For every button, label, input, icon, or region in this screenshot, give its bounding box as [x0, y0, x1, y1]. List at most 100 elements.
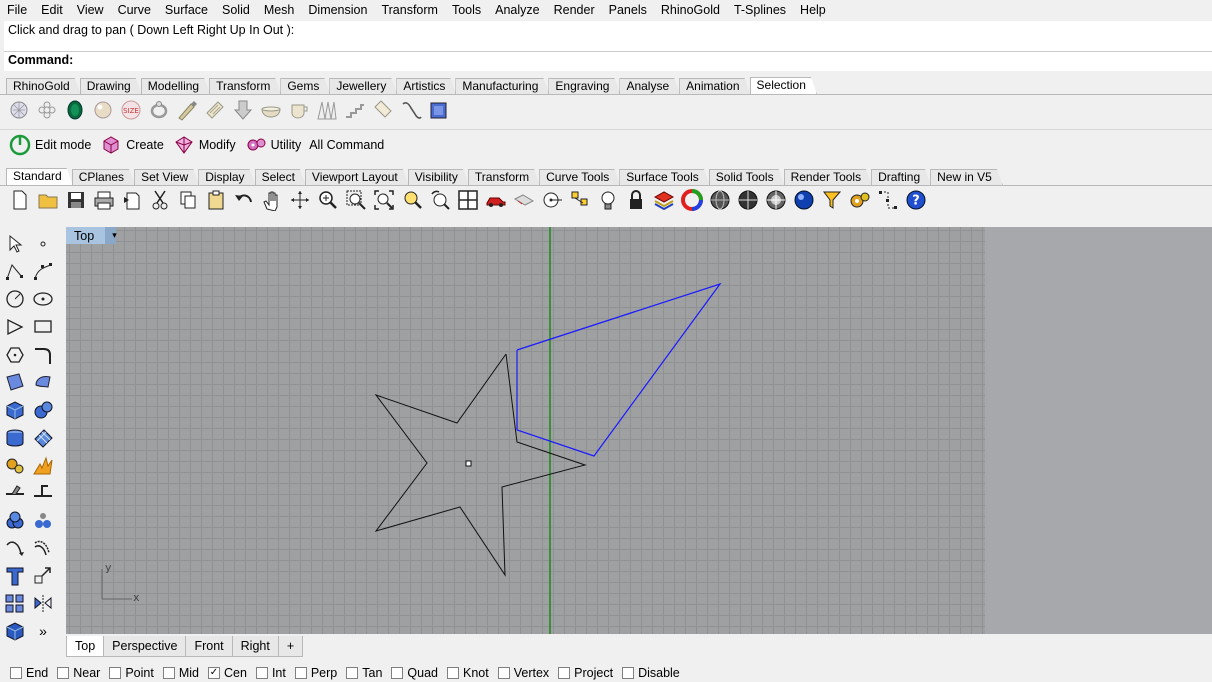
osnap-mid-checkbox[interactable]: [162, 667, 175, 679]
shaded-sphere-icon[interactable]: [736, 188, 760, 212]
offset-curve-icon[interactable]: [32, 536, 54, 560]
arrow-down-icon[interactable]: [232, 98, 254, 122]
rhinogold-tab-gems[interactable]: Gems: [280, 78, 330, 94]
viewport-tab-front[interactable]: Front: [185, 636, 233, 657]
import-icon[interactable]: [120, 188, 144, 212]
zoom-extents-icon[interactable]: [372, 188, 396, 212]
size-badge-icon[interactable]: SIZE: [120, 98, 142, 122]
point-icon[interactable]: [32, 232, 54, 256]
mirror-icon[interactable]: [32, 592, 54, 616]
arc-icon[interactable]: [4, 315, 26, 339]
standard-tab-viewport-layout[interactable]: Viewport Layout: [305, 169, 409, 185]
lock-icon[interactable]: [624, 188, 648, 212]
menu-edit[interactable]: Edit: [34, 0, 70, 20]
osnap-point-checkbox[interactable]: [109, 667, 122, 679]
menu-dimension[interactable]: Dimension: [301, 0, 374, 20]
fillet-curve-icon[interactable]: [32, 343, 54, 367]
modify-button[interactable]: Modify: [172, 133, 236, 157]
new-file-icon[interactable]: [8, 188, 32, 212]
open-folder-icon[interactable]: [36, 188, 60, 212]
star-center-point[interactable]: [465, 460, 472, 467]
osnap-quad[interactable]: Quad: [391, 666, 438, 680]
boolean-union-icon[interactable]: [4, 509, 26, 533]
osnap-cen[interactable]: ✓ Cen: [208, 666, 247, 680]
save-icon[interactable]: [64, 188, 88, 212]
gear-tools-icon[interactable]: [4, 453, 26, 477]
viewport-tab-top[interactable]: Top: [66, 636, 105, 657]
blue-sphere-icon[interactable]: [792, 188, 816, 212]
utility-button[interactable]: Utility: [244, 133, 301, 157]
surface-points-icon[interactable]: [4, 370, 26, 394]
command-line[interactable]: Command:: [4, 51, 1212, 71]
ring-icon[interactable]: [148, 98, 170, 122]
rhinogold-tab-drawing[interactable]: Drawing: [80, 78, 142, 94]
menu-panels[interactable]: Panels: [602, 0, 654, 20]
cut-icon[interactable]: [148, 188, 172, 212]
explode-icon[interactable]: [32, 453, 54, 477]
osnap-cen-checkbox[interactable]: ✓: [208, 667, 220, 679]
osnap-knot[interactable]: Knot: [447, 666, 489, 680]
osnap-end[interactable]: End: [10, 666, 48, 680]
osnap-disable-checkbox[interactable]: [622, 667, 635, 679]
standard-tab-cplanes[interactable]: CPlanes: [72, 169, 135, 185]
polygon-icon[interactable]: [4, 343, 26, 367]
settings-gear-icon[interactable]: [848, 188, 872, 212]
standard-tab-curve-tools[interactable]: Curve Tools: [539, 169, 620, 185]
emerald-icon[interactable]: [64, 98, 86, 122]
standard-tab-new-in-v5[interactable]: New in V5: [930, 169, 1003, 185]
text-object-icon[interactable]: [4, 564, 26, 588]
standard-tab-solid-tools[interactable]: Solid Tools: [709, 169, 785, 185]
ellipse-icon[interactable]: [32, 287, 54, 311]
rhinogold-tab-artistics[interactable]: Artistics: [396, 78, 456, 94]
chain-link-icon[interactable]: [400, 98, 422, 122]
rhinogold-tab-analyse[interactable]: Analyse: [619, 78, 680, 94]
osnap-disable[interactable]: Disable: [622, 666, 680, 680]
osnap-vertex-checkbox[interactable]: [497, 667, 510, 679]
menu-t-splines[interactable]: T-Splines: [727, 0, 793, 20]
osnap-vertex[interactable]: Vertex: [497, 666, 549, 680]
standard-tab-transform[interactable]: Transform: [468, 169, 540, 185]
split-icon[interactable]: [4, 481, 26, 505]
top-viewport[interactable]: Top ▾ x y: [66, 227, 985, 634]
add-viewport-tab[interactable]: +: [277, 636, 304, 657]
select-arrow-icon[interactable]: [4, 232, 26, 256]
menu-tools[interactable]: Tools: [445, 0, 488, 20]
circle-icon[interactable]: [4, 287, 26, 311]
create-button[interactable]: Create: [99, 133, 164, 157]
undo-view-icon[interactable]: [428, 188, 452, 212]
standard-tab-surface-tools[interactable]: Surface Tools: [619, 169, 710, 185]
zoom-selected-icon[interactable]: [400, 188, 424, 212]
render-box-icon[interactable]: [4, 619, 26, 643]
four-viewports-icon[interactable]: [456, 188, 480, 212]
bowl-icon[interactable]: [260, 98, 282, 122]
zoom-window-icon[interactable]: [344, 188, 368, 212]
menu-surface[interactable]: Surface: [158, 0, 215, 20]
group-icon[interactable]: [32, 509, 54, 533]
select-filter-icon[interactable]: [820, 188, 844, 212]
rhinogold-tab-manufacturing[interactable]: Manufacturing: [455, 78, 549, 94]
help-icon[interactable]: ?: [904, 188, 928, 212]
car-render-icon[interactable]: [484, 188, 508, 212]
selected-quad-curve[interactable]: [516, 282, 722, 457]
menu-analyze[interactable]: Analyze: [488, 0, 546, 20]
osnap-quad-checkbox[interactable]: [391, 667, 404, 679]
drafting-cart-icon[interactable]: [512, 188, 536, 212]
zoom-icon[interactable]: [316, 188, 340, 212]
rhinogold-tab-engraving[interactable]: Engraving: [548, 78, 620, 94]
osnap-tan[interactable]: Tan: [346, 666, 382, 680]
polyline-icon[interactable]: [4, 260, 26, 284]
menu-transform[interactable]: Transform: [374, 0, 445, 20]
more-tools-icon[interactable]: »: [32, 619, 54, 643]
pan-hand-icon[interactable]: [260, 188, 284, 212]
menu-file[interactable]: File: [0, 0, 34, 20]
rhinogold-tab-selection[interactable]: Selection: [750, 77, 817, 94]
menu-help[interactable]: Help: [793, 0, 833, 20]
paper-bundle-icon[interactable]: [204, 98, 226, 122]
gem-round-icon[interactable]: [8, 98, 30, 122]
control-point-curve-icon[interactable]: [32, 260, 54, 284]
osnap-perp-checkbox[interactable]: [294, 667, 307, 679]
osnap-point[interactable]: Point: [109, 666, 154, 680]
surface-edge-icon[interactable]: [32, 370, 54, 394]
rendered-sphere-icon[interactable]: [764, 188, 788, 212]
light-bulb-icon[interactable]: [596, 188, 620, 212]
